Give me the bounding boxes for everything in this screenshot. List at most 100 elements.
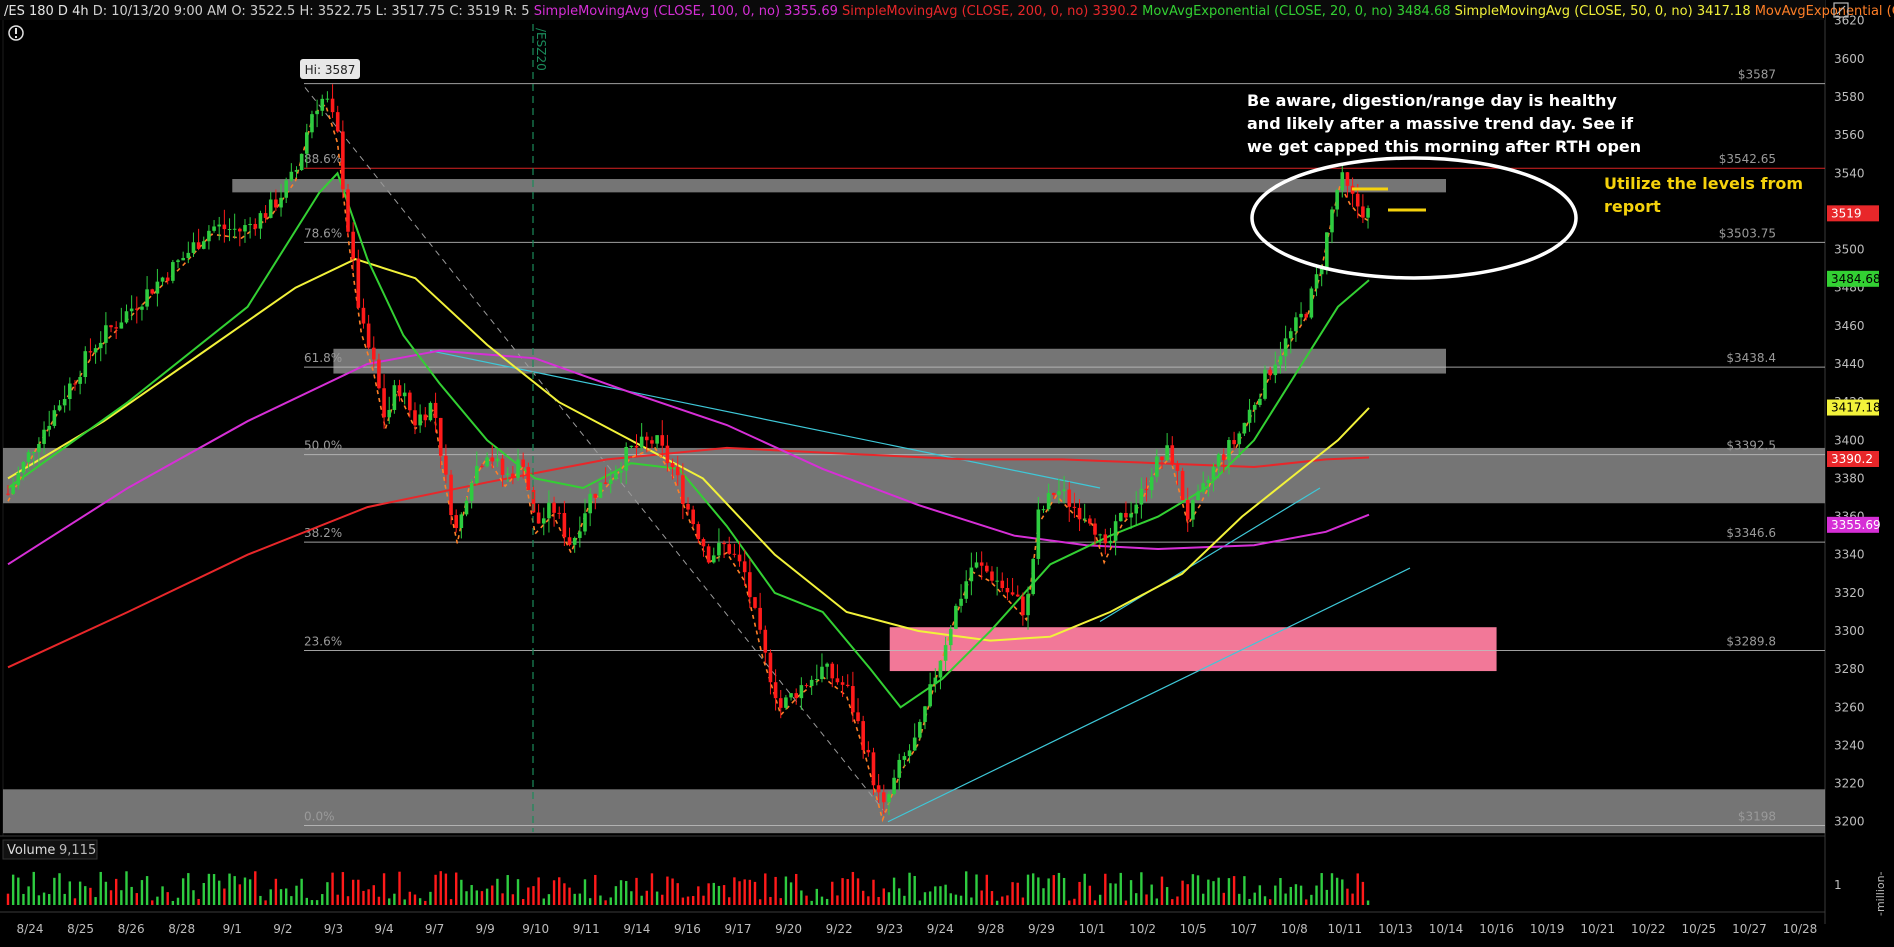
fib-price-5: $3289.8 <box>1726 634 1776 648</box>
x-tick-label: 10/2 <box>1129 922 1156 936</box>
candle-body <box>835 678 840 683</box>
y-tick-label: 3440 <box>1834 357 1865 371</box>
volume-bar <box>1176 896 1179 905</box>
volume-bar <box>1284 893 1287 905</box>
candle-body <box>753 597 757 608</box>
candle-body <box>1355 193 1360 207</box>
candle-body <box>438 417 443 456</box>
volume-bar <box>944 884 947 905</box>
candle-body <box>840 682 845 685</box>
candle-body <box>155 281 160 294</box>
volume-bar <box>1021 897 1025 905</box>
y-tick-label: 3300 <box>1834 624 1865 638</box>
chart-canvas: 88.6% $3542.65 78.6% $3503.75 61.8% $3438.4 50… <box>0 0 1894 936</box>
candle-body <box>727 544 732 554</box>
candle-body <box>253 223 258 229</box>
x-tick-label: 8/28 <box>168 922 195 936</box>
candle-body <box>428 402 433 421</box>
volume-bar <box>954 894 958 905</box>
volume-bar <box>1062 877 1066 905</box>
volume-bar <box>1366 900 1370 905</box>
header-study-3-value: 3417.18 <box>1697 4 1755 19</box>
price-marker-label-4: 3355.69 <box>1831 518 1881 532</box>
volume-bar <box>279 889 283 905</box>
candle-body <box>907 750 912 757</box>
volume-bar <box>1232 876 1236 905</box>
candle-body <box>418 414 422 426</box>
x-tick-label: 10/11 <box>1328 922 1363 936</box>
volume-bar <box>1201 893 1205 905</box>
volume-bar <box>1227 878 1231 905</box>
volume-bar <box>764 873 767 905</box>
candle-body <box>181 257 185 261</box>
volume-bar <box>58 873 61 905</box>
volume-bar <box>861 890 865 905</box>
volume-bar <box>784 876 788 905</box>
candle-body <box>150 289 155 294</box>
volume-bar <box>424 900 427 905</box>
candle-body <box>629 445 634 447</box>
candle-body <box>73 383 77 385</box>
candle-body <box>371 347 376 360</box>
volume-bar <box>63 893 66 905</box>
volume-bar <box>53 877 56 905</box>
info-circle-icon[interactable] <box>8 25 24 41</box>
candle-body <box>310 114 314 133</box>
candle-body <box>670 463 675 468</box>
candle-body <box>809 679 814 686</box>
volume-bar <box>1042 888 1045 905</box>
candle-body <box>1294 317 1298 332</box>
y-tick-label: 3500 <box>1834 243 1865 257</box>
x-tick-label: 10/22 <box>1631 922 1666 936</box>
note-white-line-2: and likely after a massive trend day. Se… <box>1247 114 1634 133</box>
volume-bar <box>758 899 762 905</box>
volume-bar <box>640 895 643 905</box>
candle-body <box>1129 513 1133 518</box>
candle-body <box>1283 338 1288 357</box>
volume-bar <box>1031 873 1035 905</box>
volume-bar <box>867 896 870 905</box>
volume-bar <box>393 893 396 905</box>
candle-body <box>660 435 665 446</box>
header-symbol: /ES 180 D 4h <box>4 4 93 19</box>
candle-body <box>511 473 515 478</box>
y-tick-label: 3280 <box>1834 662 1865 676</box>
volume-bar <box>805 895 808 905</box>
y-tick-label: 3340 <box>1834 548 1865 562</box>
candle-body <box>845 684 850 687</box>
candle-body <box>413 410 417 426</box>
volume-bar <box>434 874 437 905</box>
candle-body <box>171 262 175 281</box>
volume-bar <box>27 886 30 905</box>
candle-body <box>804 685 809 687</box>
candle-body <box>1299 313 1303 318</box>
volume-bar <box>156 896 159 905</box>
volume-bar <box>284 888 288 905</box>
header-study-2-value: 3484.68 <box>1397 4 1455 19</box>
volume-bar <box>264 900 267 905</box>
candle-body <box>773 682 778 699</box>
candle-body <box>191 242 196 253</box>
volume-bar <box>1073 898 1076 905</box>
volume-bar <box>738 881 741 905</box>
fib-price-2: $3438.4 <box>1726 351 1776 365</box>
y-tick-label: 3460 <box>1834 319 1865 333</box>
volume-bar <box>1181 880 1184 905</box>
candle-body <box>47 425 52 430</box>
candle-body <box>645 436 649 441</box>
volume-bar <box>274 878 278 905</box>
candle-body <box>346 189 350 232</box>
fib-ratio-5: 23.6% <box>304 634 342 648</box>
x-tick-label: 9/14 <box>623 922 650 936</box>
candle-body <box>62 398 67 406</box>
volume-bar <box>104 881 108 905</box>
candle-body <box>222 224 227 230</box>
volume-bar <box>367 889 370 905</box>
candle-body <box>1093 523 1097 535</box>
candle-body <box>129 308 134 312</box>
header-close: C: 3519 <box>449 4 504 19</box>
volume-bar <box>223 888 226 905</box>
volume-bar <box>975 874 978 905</box>
volume-bar <box>1129 880 1133 905</box>
candle-body <box>93 348 98 353</box>
